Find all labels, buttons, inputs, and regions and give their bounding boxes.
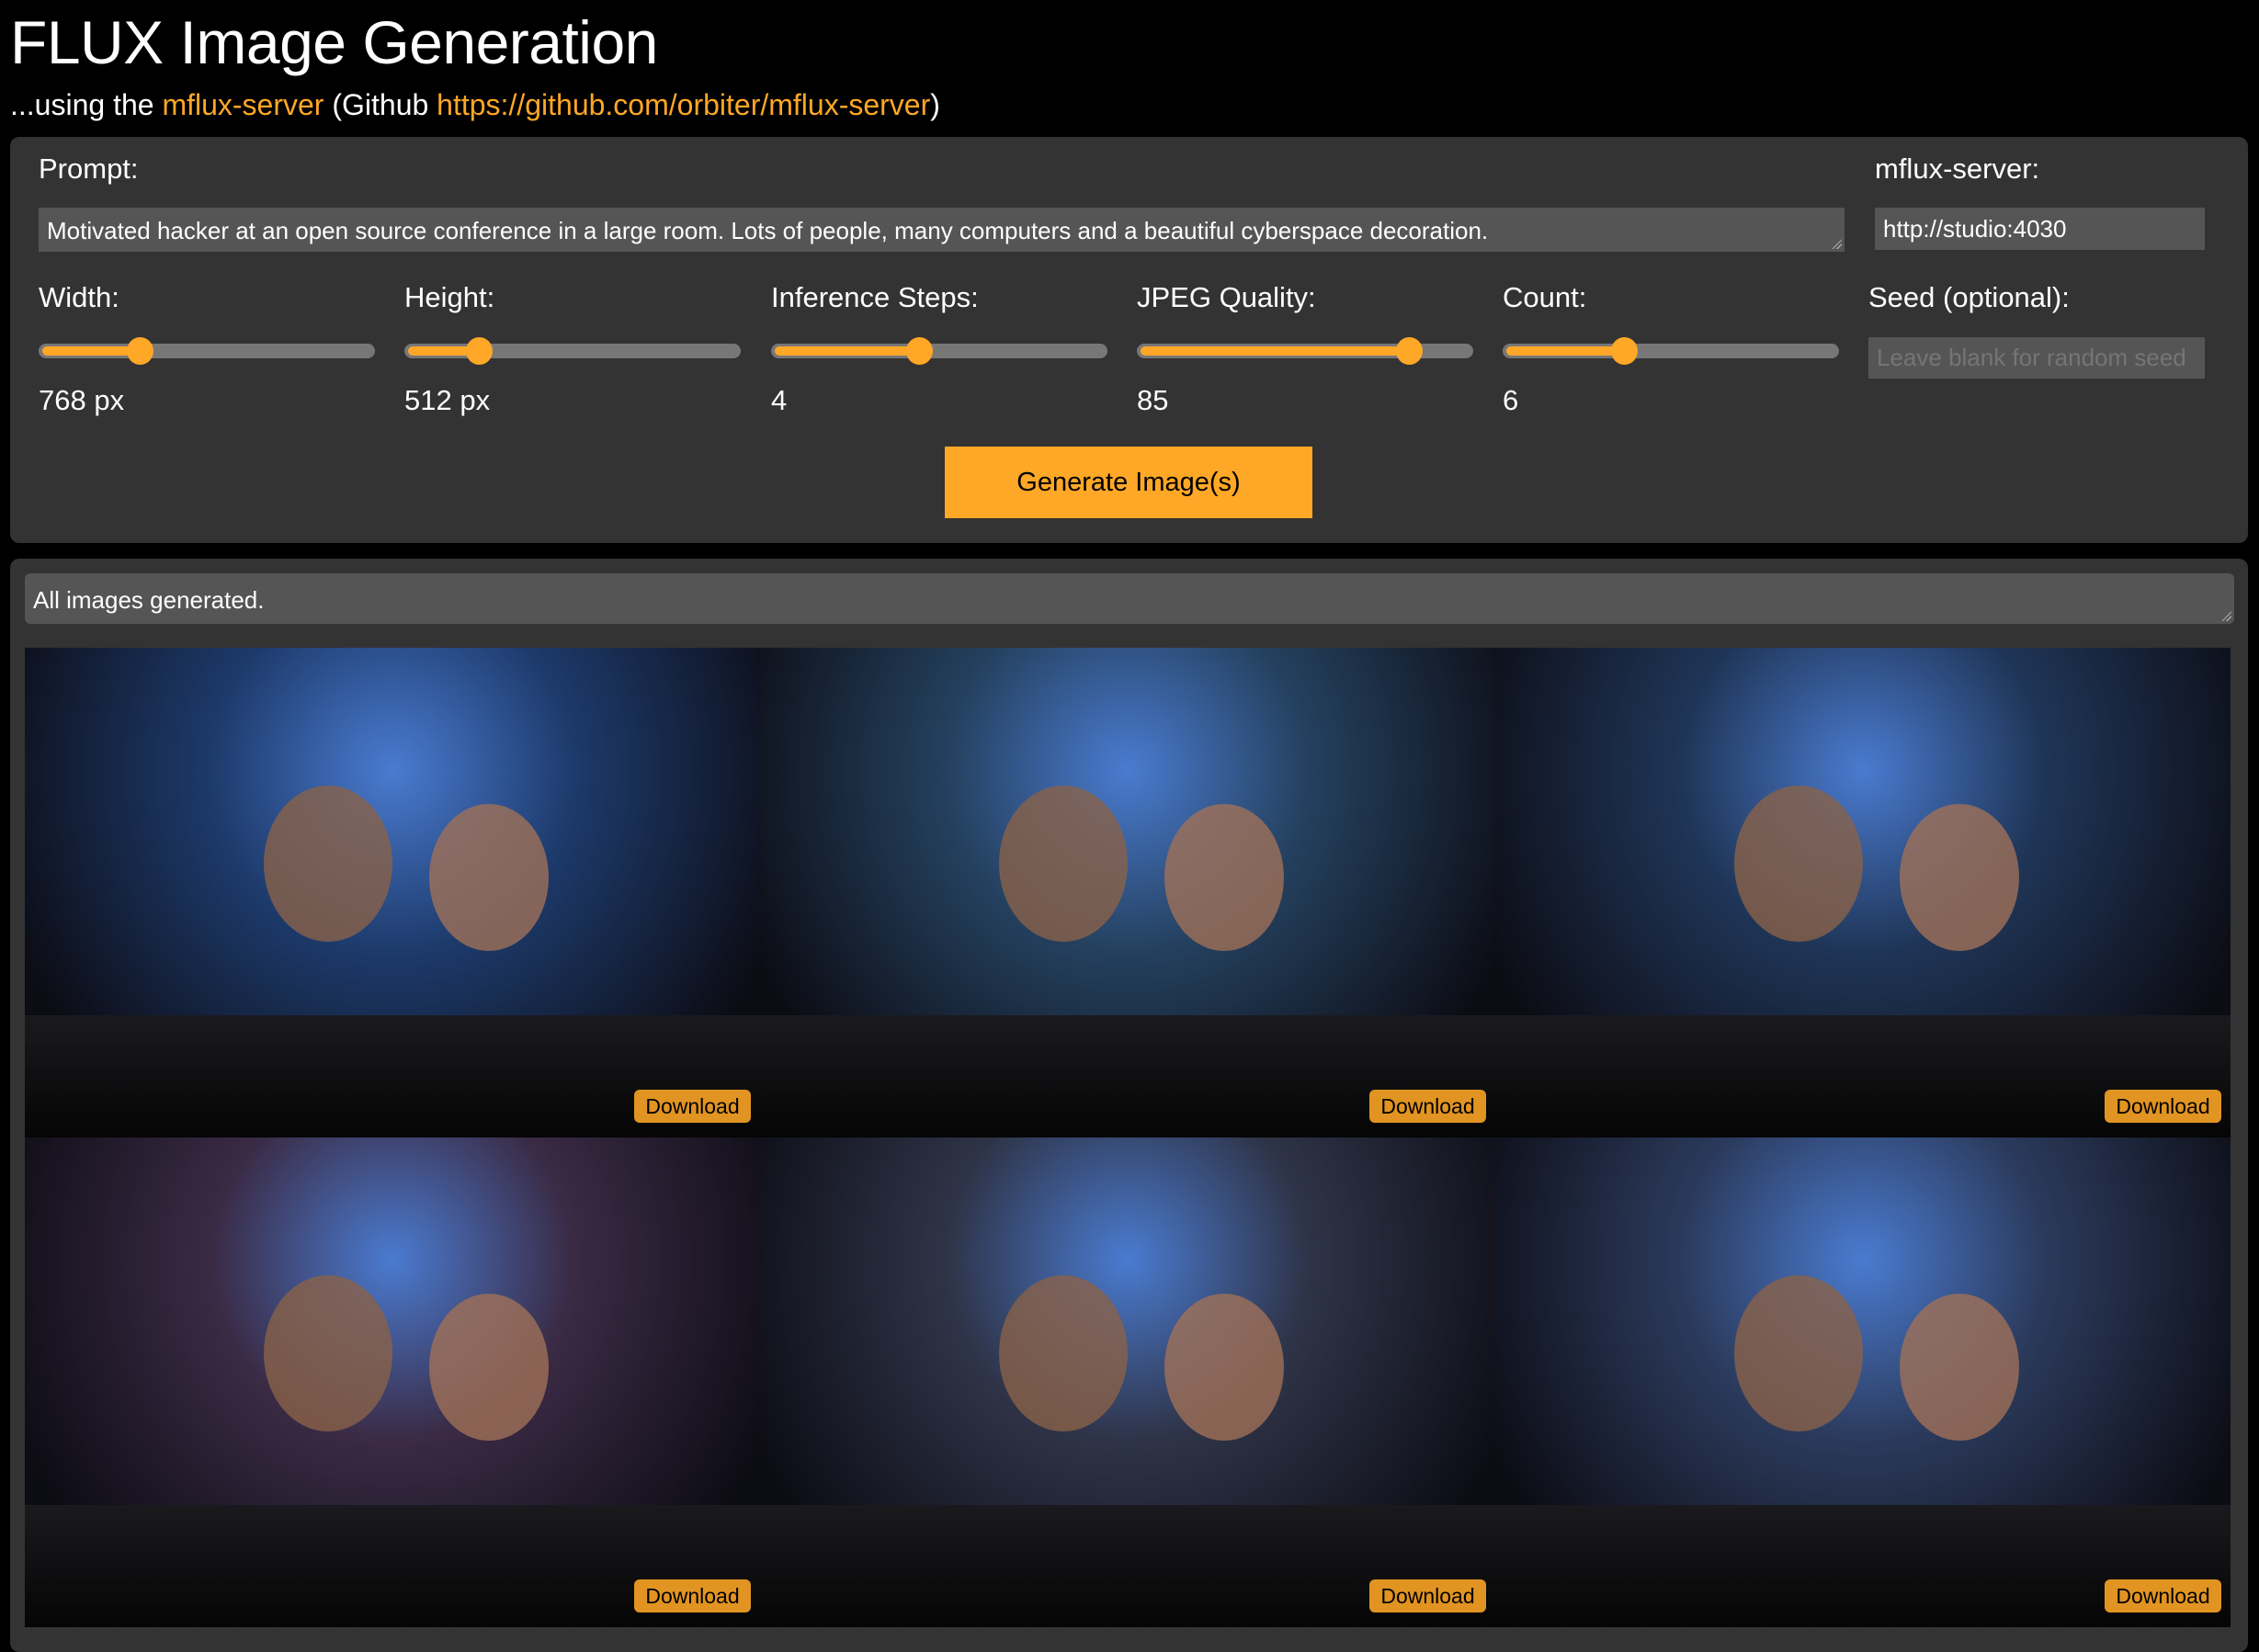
- download-button[interactable]: Download: [2105, 1090, 2221, 1123]
- slider-label: Width:: [39, 281, 119, 313]
- resize-handle-icon[interactable]: [2220, 610, 2231, 621]
- generated-image: Download: [760, 648, 1495, 1137]
- download-button[interactable]: Download: [2105, 1579, 2221, 1612]
- slider-value: 768 px: [39, 384, 125, 416]
- person-shape: [1734, 786, 1863, 942]
- slider-value: 85: [1137, 384, 1169, 416]
- slider-fill: [775, 346, 924, 356]
- github-link[interactable]: https://github.com/orbiter/mflux-server: [437, 88, 930, 121]
- slider-thumb[interactable]: [1610, 337, 1638, 365]
- prompt-label: Prompt:: [39, 153, 139, 185]
- slider-thumb[interactable]: [126, 337, 153, 365]
- slider-track[interactable]: [771, 337, 1107, 365]
- slider-thumb[interactable]: [906, 337, 934, 365]
- slider-track[interactable]: [1503, 337, 1839, 365]
- slider-label: Inference Steps:: [771, 281, 979, 313]
- slider-track[interactable]: [404, 337, 741, 365]
- slider-value: 6: [1503, 384, 1519, 416]
- slider-track[interactable]: [39, 337, 375, 365]
- person-shape: [1900, 804, 2019, 951]
- person-shape: [264, 1275, 392, 1431]
- slider-label: Count:: [1503, 281, 1587, 313]
- status-wrap: All images generated.: [25, 573, 2234, 624]
- person-shape: [1900, 1294, 2019, 1441]
- person-shape: [429, 1294, 549, 1441]
- person-shape: [999, 1275, 1128, 1431]
- person-shape: [264, 786, 392, 942]
- slider-thumb[interactable]: [465, 337, 493, 365]
- prompt-wrap: Motivated hacker at an open source confe…: [39, 208, 1845, 252]
- seed-input[interactable]: [1868, 337, 2205, 379]
- person-shape: [999, 786, 1128, 942]
- person-shape: [429, 804, 549, 951]
- slider-value: 512 px: [404, 384, 491, 416]
- person-shape: [1164, 1294, 1284, 1441]
- status-output[interactable]: All images generated.: [25, 573, 2234, 624]
- download-button[interactable]: Download: [634, 1090, 751, 1123]
- page-title: FLUX Image Generation: [10, 8, 658, 76]
- server-input[interactable]: [1875, 208, 2205, 250]
- slider-value: 4: [771, 384, 788, 416]
- slider-fill: [1141, 346, 1413, 356]
- generated-image: Download: [1495, 1137, 2231, 1627]
- generated-image: Download: [1495, 648, 2231, 1137]
- subtitle-text: (Github: [324, 88, 437, 121]
- person-shape: [1164, 804, 1284, 951]
- download-button[interactable]: Download: [1369, 1090, 1486, 1123]
- generated-image: Download: [760, 1137, 1495, 1627]
- download-button[interactable]: Download: [634, 1579, 751, 1612]
- prompt-input[interactable]: Motivated hacker at an open source confe…: [39, 208, 1845, 252]
- download-button[interactable]: Download: [1369, 1579, 1486, 1612]
- subtitle: ...using the mflux-server (Github https:…: [10, 88, 940, 122]
- resize-handle-icon[interactable]: [1831, 238, 1842, 249]
- server-label: mflux-server:: [1875, 153, 2040, 185]
- mflux-server-link[interactable]: mflux-server: [162, 88, 324, 121]
- subtitle-text: ): [930, 88, 940, 121]
- generate-button[interactable]: Generate Image(s): [945, 447, 1312, 518]
- generated-image: Download: [25, 1137, 760, 1627]
- seed-label: Seed (optional):: [1868, 281, 2070, 313]
- person-shape: [1734, 1275, 1863, 1431]
- slider-track[interactable]: [1137, 337, 1473, 365]
- slider-label: Height:: [404, 281, 495, 313]
- generated-image: Download: [25, 648, 760, 1137]
- slider-fill: [1506, 346, 1628, 356]
- subtitle-text: ...using the: [10, 88, 163, 121]
- slider-label: JPEG Quality:: [1137, 281, 1316, 313]
